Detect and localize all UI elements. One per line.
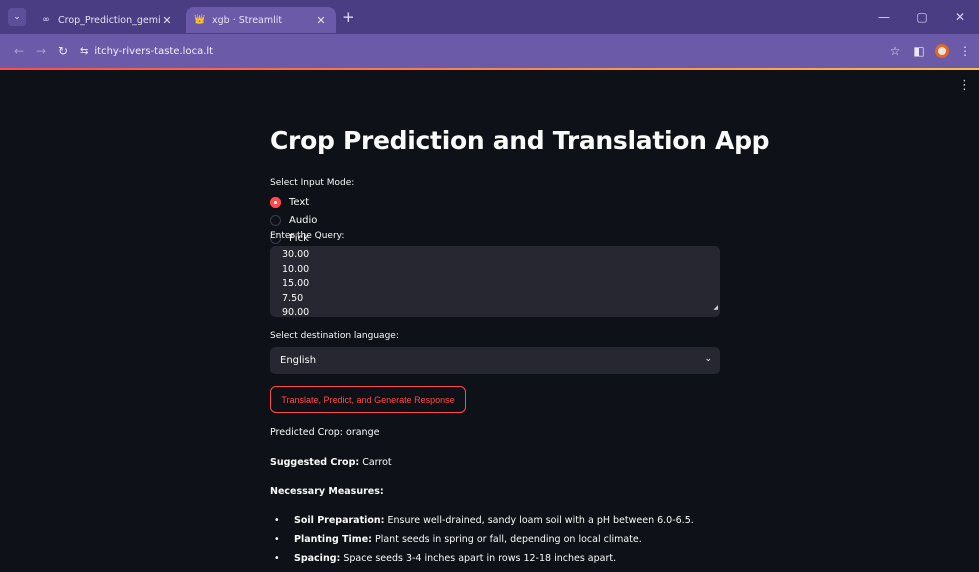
close-window-icon[interactable]: ✕ — [941, 10, 979, 24]
reload-icon[interactable]: ↻ — [52, 44, 74, 58]
measures-heading: Necessary Measures: — [270, 486, 384, 497]
restore-icon[interactable]: ▢ — [903, 10, 941, 24]
colab-icon: ∞ — [42, 15, 50, 25]
radio-audio[interactable]: Audio — [270, 215, 317, 226]
app-menu-icon[interactable]: ⋮ — [958, 78, 971, 93]
back-icon[interactable]: ← — [8, 44, 30, 58]
bookmark-star-icon[interactable]: ☆ — [887, 44, 903, 58]
tab-title: Crop_Prediction_geminupynb — [58, 14, 160, 26]
suggested-value: Carrot — [362, 457, 392, 468]
translate-predict-button[interactable]: Translate, Predict, and Generate Respons… — [270, 386, 466, 413]
address-bar[interactable]: ⇆ itchy-rivers-taste.loca.lt — [80, 46, 213, 57]
suggested-crop: Suggested Crop: Carrot — [270, 457, 392, 468]
close-icon[interactable]: ✕ — [160, 14, 174, 27]
query-textarea[interactable]: 30.00 10.00 15.00 7.50 90.00 ◢ — [270, 246, 720, 317]
measure-text: Plant seeds in spring or fall, depending… — [374, 534, 642, 545]
suggested-label: Suggested Crop: — [270, 457, 360, 468]
tab-search-chevron-icon[interactable]: ⌄ — [8, 8, 26, 26]
radio-label: Audio — [289, 215, 318, 226]
window-controls: — ▢ ✕ — [865, 0, 979, 34]
minimize-icon[interactable]: — — [865, 10, 903, 24]
radio-text[interactable]: Text — [270, 197, 309, 208]
streamlit-icon: 👑 — [194, 15, 206, 25]
measure-item: Planting Time: Plant seeds in spring or … — [274, 534, 642, 545]
language-value: English — [280, 355, 317, 366]
measure-item: Soil Preparation: Ensure well-drained, s… — [274, 515, 694, 526]
resize-handle-icon[interactable]: ◢ — [713, 301, 718, 316]
measure-title: Planting Time: — [294, 534, 372, 545]
measure-title: Soil Preparation: — [294, 515, 385, 526]
browser-menu-icon[interactable]: ⋮ — [957, 44, 973, 58]
language-label: Select destination language: — [270, 331, 399, 341]
input-mode-label: Select Input Mode: — [270, 178, 355, 188]
measure-text: Space seeds 3-4 inches apart in rows 12-… — [343, 553, 617, 564]
browser-tab-colab[interactable]: ∞ Crop_Prediction_geminupynb ✕ — [32, 7, 182, 33]
page-title: Crop Prediction and Translation App — [270, 126, 770, 155]
query-line: 15.00 — [282, 278, 310, 289]
language-select[interactable]: English ⌄ — [270, 347, 720, 374]
browser-toolbar: ← → ↻ ⇆ itchy-rivers-taste.loca.lt ☆ ◧ ⋮ — [0, 34, 979, 68]
measure-title: Spacing: — [294, 553, 341, 564]
query-line: 7.50 — [282, 292, 304, 304]
radio-label: Text — [289, 197, 310, 208]
header-decoration-bar — [0, 68, 979, 70]
predicted-crop: Predicted Crop: orange — [270, 427, 380, 438]
url-text: itchy-rivers-taste.loca.lt — [94, 45, 214, 57]
browser-tab-bar: ⌄ ∞ Crop_Prediction_geminupynb ✕ 👑 xgb ·… — [0, 0, 979, 34]
forward-icon[interactable]: → — [30, 44, 52, 58]
query-line: 30.00 — [282, 249, 310, 260]
browser-tab-streamlit[interactable]: 👑 xgb · Streamlit ✕ — [186, 7, 336, 33]
radio-unselected-icon[interactable] — [270, 215, 281, 226]
chevron-down-icon[interactable]: ⌄ — [704, 354, 712, 364]
close-icon[interactable]: ✕ — [314, 14, 328, 27]
query-label: Enter the Query: — [270, 231, 345, 241]
toolbar-actions: ☆ ◧ ⋮ — [887, 34, 973, 68]
measure-text: Ensure well-drained, sandy loam soil wit… — [387, 515, 694, 526]
profile-avatar-icon[interactable] — [935, 44, 949, 58]
tab-title: xgb · Streamlit — [212, 14, 283, 26]
side-panel-icon[interactable]: ◧ — [911, 44, 927, 58]
query-line: 90.00 — [282, 307, 310, 317]
measure-item: Spacing: Space seeds 3-4 inches apart in… — [274, 553, 616, 564]
site-settings-icon[interactable]: ⇆ — [80, 46, 88, 57]
new-tab-icon[interactable]: + — [342, 8, 355, 26]
radio-selected-icon[interactable] — [270, 197, 281, 208]
query-line: 10.00 — [282, 263, 310, 275]
